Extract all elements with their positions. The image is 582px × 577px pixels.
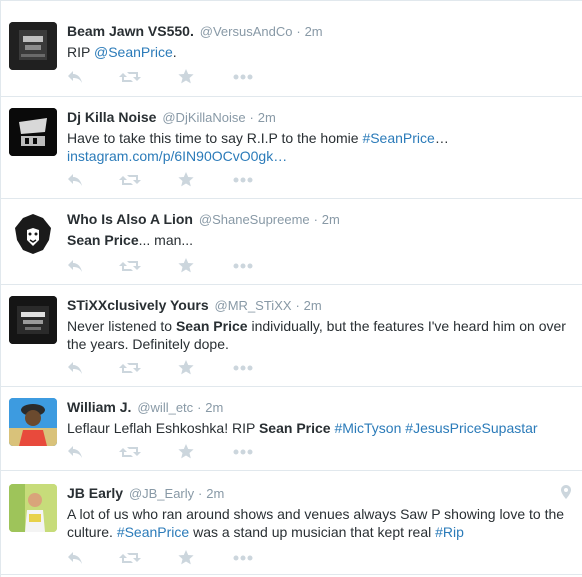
- favorite-icon[interactable]: [178, 550, 194, 565]
- tweet-text: Leflaur Leflah Eshkoshka! RIP Sean Price…: [67, 419, 575, 437]
- tweet[interactable]: STiXXclusively Yours @MR_STiXX · 2m Neve…: [1, 285, 582, 387]
- more-icon[interactable]: [233, 263, 253, 269]
- tweet[interactable]: Who Is Also A Lion @ShaneSupreeme · 2m S…: [1, 199, 582, 285]
- tweet-timestamp[interactable]: 2m: [304, 298, 322, 313]
- retweet-icon[interactable]: [119, 259, 141, 273]
- tweet-text-segment: .: [172, 44, 177, 60]
- tweet-fullname[interactable]: STiXXclusively Yours: [67, 297, 209, 313]
- hashtag-link[interactable]: #JesusPriceSupastar: [405, 420, 537, 436]
- more-icon[interactable]: [233, 449, 253, 455]
- more-icon[interactable]: [233, 74, 253, 80]
- tweet[interactable]: Dj Killa Noise @DjKillaNoise · 2m Have t…: [1, 97, 582, 199]
- tweet-timestamp[interactable]: 2m: [258, 110, 276, 125]
- avatar[interactable]: [9, 398, 57, 446]
- retweet-icon[interactable]: [119, 361, 141, 375]
- tweet-fullname[interactable]: JB Early: [67, 485, 123, 501]
- tweet-timeline: Beam Jawn VS550. @VersusAndCo · 2m RIP @…: [0, 0, 582, 577]
- hashtag-link[interactable]: #MicTyson: [334, 420, 401, 436]
- tweet-text: Sean Price... man...: [67, 231, 575, 249]
- hashtag-link[interactable]: #SeanPrice: [362, 130, 434, 146]
- highlighted-text: Sean Price: [67, 232, 139, 248]
- avatar[interactable]: [9, 22, 57, 70]
- geo-pin-icon[interactable]: [561, 485, 571, 502]
- favorite-icon[interactable]: [178, 172, 194, 187]
- more-icon[interactable]: [233, 555, 253, 561]
- tweet-username[interactable]: @MR_STiXX: [215, 298, 292, 313]
- tweet-username[interactable]: @VersusAndCo: [200, 24, 293, 39]
- tweet-text-segment: was a stand up musician that kept real: [189, 524, 436, 540]
- tweet[interactable]: JB Early @JB_Early · 2m A lot of us who …: [1, 471, 582, 575]
- favorite-icon[interactable]: [178, 360, 194, 375]
- highlighted-text: Sean Price: [175, 318, 248, 334]
- tweet[interactable]: Beam Jawn VS550. @VersusAndCo · 2m RIP @…: [1, 1, 582, 97]
- tweet-timestamp[interactable]: 2m: [305, 24, 323, 39]
- reply-icon[interactable]: [67, 173, 83, 187]
- tweet-text-segment: RIP: [67, 44, 94, 60]
- reply-icon[interactable]: [67, 551, 83, 565]
- tweet[interactable]: William J. @will_etc · 2m Leflaur Leflah…: [1, 387, 582, 471]
- tweet-text-segment: …: [434, 130, 449, 146]
- tweet-username[interactable]: @ShaneSupreeme: [199, 212, 310, 227]
- reply-icon[interactable]: [67, 361, 83, 375]
- avatar[interactable]: [9, 296, 57, 344]
- tweet-username[interactable]: @DjKillaNoise: [162, 110, 245, 125]
- more-icon[interactable]: [233, 365, 253, 371]
- tweet-timestamp[interactable]: 2m: [205, 400, 223, 415]
- tweet-fullname[interactable]: Dj Killa Noise: [67, 109, 156, 125]
- mention-link[interactable]: @SeanPrice: [94, 44, 173, 60]
- tweet-username[interactable]: @will_etc: [137, 400, 193, 415]
- hashtag-link[interactable]: #SeanPrice: [117, 524, 189, 540]
- retweet-icon[interactable]: [119, 70, 141, 84]
- tweet-text-segment: Have to take this time to say R.I.P to t…: [67, 130, 363, 146]
- favorite-icon[interactable]: [178, 444, 194, 459]
- tweet-fullname[interactable]: Beam Jawn VS550.: [67, 23, 194, 39]
- avatar[interactable]: [9, 210, 57, 258]
- tweet-timestamp[interactable]: 2m: [206, 486, 224, 501]
- favorite-icon[interactable]: [178, 258, 194, 273]
- retweet-icon[interactable]: [119, 551, 141, 565]
- tweet-text: RIP @SeanPrice.: [67, 43, 575, 61]
- url-link[interactable]: instagram.com/p/6IN90OCvO0gk…: [67, 147, 575, 165]
- hashtag-link[interactable]: #Rip: [435, 524, 464, 540]
- retweet-icon[interactable]: [119, 445, 141, 459]
- tweet-text-segment: Leflaur Leflah Eshkoshka! RIP: [67, 420, 259, 436]
- tweet-text-segment: ... man...: [138, 232, 194, 248]
- reply-icon[interactable]: [67, 70, 83, 84]
- avatar[interactable]: [9, 108, 57, 156]
- highlighted-text: Sean Price: [258, 420, 331, 436]
- favorite-icon[interactable]: [178, 69, 194, 84]
- tweet-text: A lot of us who ran around shows and ven…: [67, 505, 575, 541]
- more-icon[interactable]: [233, 177, 253, 183]
- tweet-timestamp[interactable]: 2m: [322, 212, 340, 227]
- tweet-username[interactable]: @JB_Early: [129, 486, 194, 501]
- tweet-text-segment: Never listened to: [67, 318, 176, 334]
- tweet-fullname[interactable]: Who Is Also A Lion: [67, 211, 193, 227]
- avatar[interactable]: [9, 484, 57, 532]
- tweet-fullname[interactable]: William J.: [67, 399, 131, 415]
- tweet-text: Have to take this time to say R.I.P to t…: [67, 129, 575, 165]
- reply-icon[interactable]: [67, 445, 83, 459]
- reply-icon[interactable]: [67, 259, 83, 273]
- tweet-text: Never listened to Sean Price individuall…: [67, 317, 575, 353]
- retweet-icon[interactable]: [119, 173, 141, 187]
